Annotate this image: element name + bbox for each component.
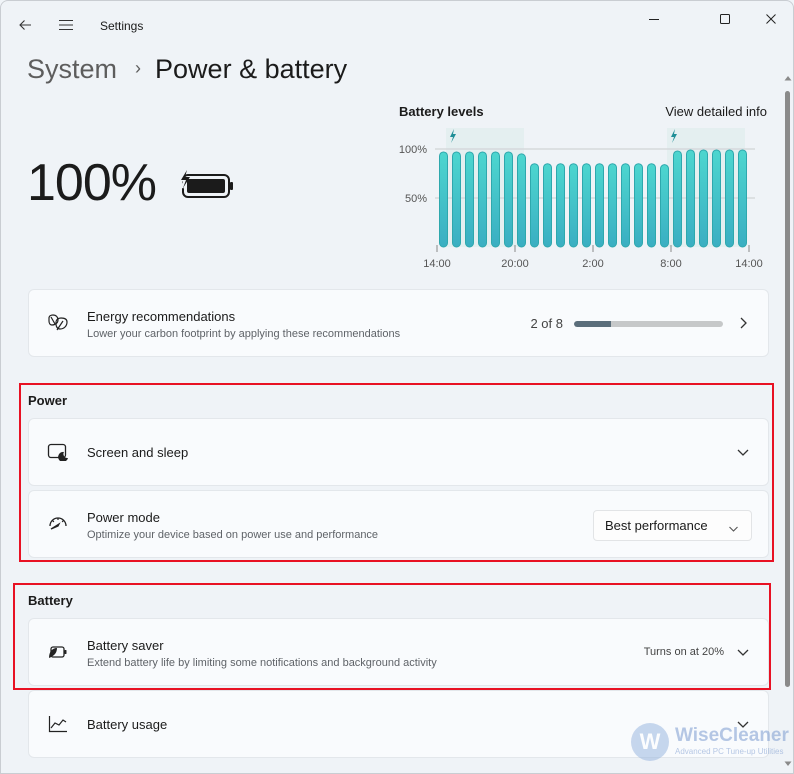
window-title: Settings — [100, 19, 144, 33]
battery-level-bar — [699, 149, 708, 248]
chevron-right-icon — [736, 316, 750, 330]
battery-level-bar — [595, 163, 604, 248]
power-mode-dropdown[interactable]: Best performance — [593, 510, 752, 541]
close-icon — [766, 14, 776, 24]
maximize-icon — [720, 14, 730, 24]
power-mode-gauge-icon — [47, 513, 69, 535]
energy-recommendations-card[interactable]: Energy recommendations Lower your carbon… — [28, 289, 769, 357]
battery-level-bar — [491, 151, 500, 248]
hamburger-menu-icon — [59, 19, 73, 31]
screen-and-sleep-card[interactable]: Screen and sleep — [28, 418, 769, 486]
battery-level-bar — [660, 164, 669, 248]
battery-usage-title: Battery usage — [87, 717, 168, 732]
battery-level-bar — [556, 163, 565, 248]
battery-saver-title: Battery saver — [87, 638, 164, 653]
battery-level-bar — [517, 153, 526, 248]
battery-percentage: 100% — [27, 154, 157, 212]
power-mode-subtitle: Optimize your device based on power use … — [87, 529, 379, 541]
maximize-button[interactable] — [702, 5, 748, 33]
settings-window: Settings System › Power & battery 100% B… — [0, 0, 794, 774]
battery-saver-icon — [47, 641, 69, 663]
battery-charging-icon — [177, 168, 233, 198]
breadcrumb-system-link[interactable]: System — [27, 54, 117, 85]
battery-level-bar — [530, 163, 539, 248]
battery-level-bar — [465, 151, 474, 248]
energy-recommendations-subtitle: Lower your carbon footprint by applying … — [87, 328, 401, 340]
breadcrumb-chevron-icon: › — [135, 57, 142, 78]
y-tick-label: 50% — [405, 193, 427, 205]
back-arrow-icon — [19, 20, 31, 30]
x-tick-label: 20:00 — [501, 258, 529, 270]
scrollbar-thumb[interactable] — [785, 91, 790, 687]
battery-level-bar — [621, 163, 630, 248]
battery-level-bar — [504, 151, 513, 248]
recommendations-progress-fill — [574, 321, 612, 327]
recommendations-progress-text: 2 of 8 — [530, 316, 563, 331]
power-mode-title: Power mode — [87, 510, 160, 525]
energy-recommendations-title: Energy recommendations — [87, 309, 236, 324]
chevron-down-icon — [736, 645, 750, 659]
battery-level-bar — [634, 163, 643, 248]
breadcrumb: System › Power & battery — [27, 49, 347, 89]
leaf-icon — [47, 312, 69, 334]
chevron-down-icon — [728, 521, 739, 536]
y-tick-label: 100% — [399, 144, 427, 156]
battery-level-bar — [543, 163, 552, 248]
battery-saver-subtitle: Extend battery life by limiting some not… — [87, 657, 437, 669]
battery-saver-card[interactable]: Battery saver Extend battery life by lim… — [28, 618, 769, 686]
battery-levels-title: Battery levels — [399, 104, 484, 119]
wisecleaner-logo-icon: W — [631, 723, 669, 761]
battery-level-bar — [439, 151, 448, 248]
battery-level-bar — [686, 149, 695, 248]
close-button[interactable] — [748, 5, 793, 33]
page-title: Power & battery — [155, 53, 348, 84]
vertical-scrollbar[interactable] — [784, 75, 792, 769]
view-detailed-info-link[interactable]: View detailed info — [665, 104, 767, 119]
battery-levels-chart: 100% 50% 14:00 20:00 2:00 8:00 14:00 — [399, 128, 763, 270]
battery-usage-chart-icon — [47, 713, 69, 735]
battery-level-bar — [569, 163, 578, 248]
power-section-label: Power — [28, 393, 68, 408]
battery-level-bar — [725, 149, 734, 248]
x-tick-label: 14:00 — [423, 258, 451, 270]
battery-level-bar — [478, 151, 487, 248]
x-tick-label: 2:00 — [582, 258, 603, 270]
battery-section-label: Battery — [28, 593, 73, 608]
power-mode-selected-value: Best performance — [605, 518, 708, 533]
recommendations-progress-bar — [574, 321, 723, 327]
minimize-icon — [649, 19, 659, 20]
battery-level-bar — [738, 149, 747, 248]
battery-level-bar — [452, 151, 461, 248]
watermark-brand: WiseCleaner — [675, 725, 789, 746]
battery-level-bar — [582, 163, 591, 248]
chevron-down-icon — [736, 445, 750, 459]
battery-level-bar — [608, 163, 617, 248]
battery-level-bar — [673, 150, 682, 248]
x-tick-label: 14:00 — [735, 258, 763, 270]
battery-saver-status: Turns on at 20% — [643, 646, 724, 658]
battery-level-bar — [712, 149, 721, 248]
scroll-up-arrow-icon[interactable] — [784, 75, 792, 83]
minimize-button[interactable] — [631, 5, 677, 33]
title-bar: Settings — [1, 1, 793, 49]
power-mode-card: Power mode Optimize your device based on… — [28, 490, 769, 558]
back-button[interactable] — [11, 11, 39, 39]
scroll-down-arrow-icon[interactable] — [784, 761, 792, 769]
battery-level-bar — [647, 163, 656, 248]
x-tick-label: 8:00 — [660, 258, 681, 270]
watermark-tagline: Advanced PC Tune-up Utilities — [675, 747, 784, 756]
screen-and-sleep-title: Screen and sleep — [87, 445, 189, 460]
navigation-menu-button[interactable] — [52, 11, 80, 39]
screen-sleep-icon — [47, 441, 69, 463]
